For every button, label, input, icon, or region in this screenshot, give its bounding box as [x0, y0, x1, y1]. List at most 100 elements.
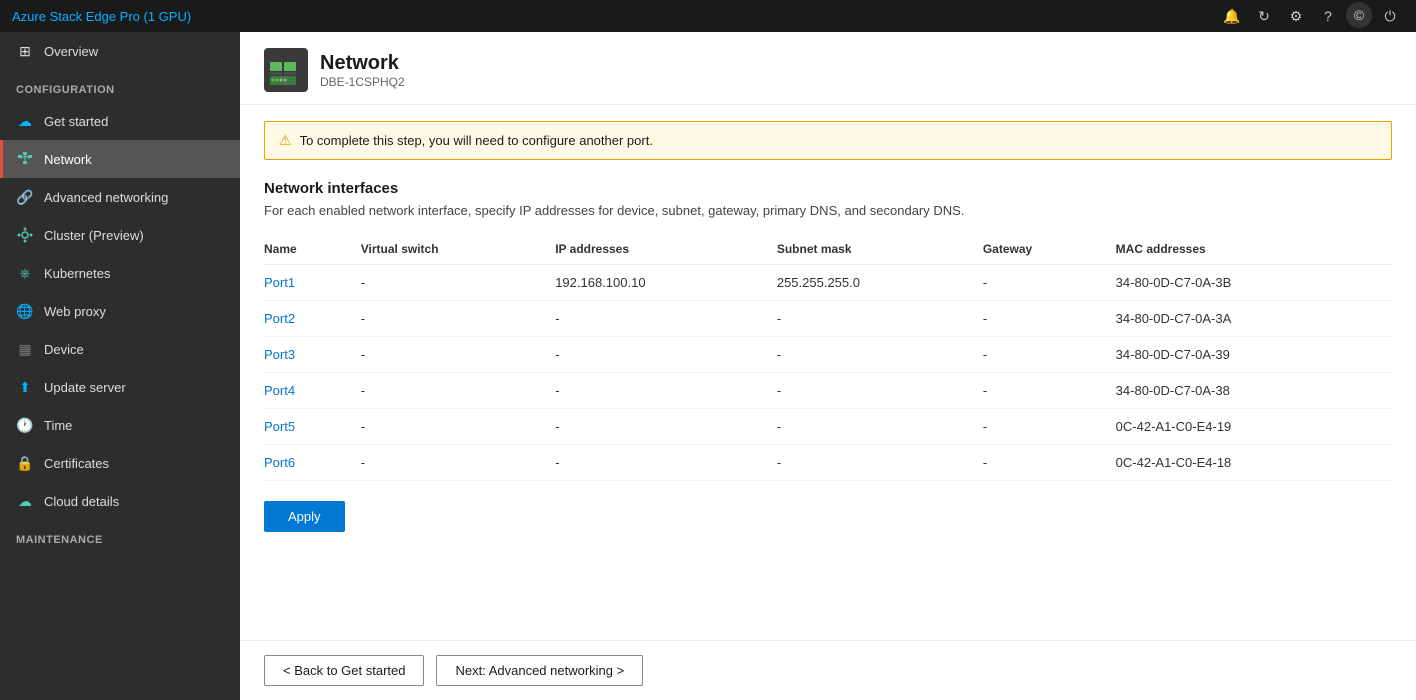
copyright-icon[interactable]: ©	[1346, 2, 1372, 28]
device-icon: ▦	[16, 340, 34, 358]
warning-banner: ⚠ To complete this step, you will need t…	[264, 121, 1392, 160]
cloud-details-icon: ☁	[16, 492, 34, 510]
maintenance-section-label: MAINTENANCE	[0, 520, 240, 552]
page-title: Network	[320, 52, 405, 75]
cell-virtual_switch: -	[361, 337, 555, 373]
sidebar-item-cluster[interactable]: Cluster (Preview)	[0, 216, 240, 254]
col-mac-addresses: MAC addresses	[1116, 234, 1392, 265]
sidebar-label-advanced-networking: Advanced networking	[44, 190, 168, 205]
cell-ip_addresses: 192.168.100.10	[555, 265, 777, 301]
sidebar-item-network[interactable]: Network	[0, 140, 240, 178]
sidebar-label-update-server: Update server	[44, 380, 126, 395]
apply-button[interactable]: Apply	[264, 501, 345, 532]
content-body: ⚠ To complete this step, you will need t…	[240, 105, 1416, 640]
cell-mac_addresses: 34-80-0D-C7-0A-3A	[1116, 301, 1392, 337]
cell-virtual_switch: -	[361, 265, 555, 301]
cell-subnet_mask: -	[777, 373, 983, 409]
sidebar-item-certificates[interactable]: 🔒 Certificates	[0, 444, 240, 482]
sidebar-item-cloud-details[interactable]: ☁ Cloud details	[0, 482, 240, 520]
cell-ip_addresses: -	[555, 445, 777, 481]
cell-virtual_switch: -	[361, 409, 555, 445]
table-row: Port4----34-80-0D-C7-0A-38	[264, 373, 1392, 409]
table-row: Port2----34-80-0D-C7-0A-3A	[264, 301, 1392, 337]
sidebar-item-update-server[interactable]: ⬆ Update server	[0, 368, 240, 406]
table-row: Port3----34-80-0D-C7-0A-39	[264, 337, 1392, 373]
adv-network-icon: 🔗	[16, 188, 34, 206]
content-area: Network DBE-1CSPHQ2 ⚠ To complete this s…	[240, 32, 1416, 700]
warning-icon: ⚠	[279, 132, 292, 149]
cell-subnet_mask: 255.255.255.0	[777, 265, 983, 301]
cell-subnet_mask: -	[777, 337, 983, 373]
sidebar-label-web-proxy: Web proxy	[44, 304, 106, 319]
sidebar-label-cluster: Cluster (Preview)	[44, 228, 144, 243]
cell-mac_addresses: 34-80-0D-C7-0A-39	[1116, 337, 1392, 373]
sidebar-item-time[interactable]: 🕐 Time	[0, 406, 240, 444]
cell-gateway: -	[983, 409, 1116, 445]
cell-virtual_switch: -	[361, 301, 555, 337]
cell-gateway: -	[983, 337, 1116, 373]
cell-gateway: -	[983, 373, 1116, 409]
col-ip-addresses: IP addresses	[555, 234, 777, 265]
cell-mac_addresses: 0C-42-A1-C0-E4-19	[1116, 409, 1392, 445]
topbar: Azure Stack Edge Pro (1 GPU) 🔔 ↻ ⚙ ? © ⏻	[0, 0, 1416, 32]
config-section-label: CONFIGURATION	[0, 70, 240, 102]
section-title: Network interfaces	[264, 180, 1392, 197]
network-interfaces-table: Name Virtual switch IP addresses Subnet …	[264, 234, 1392, 481]
sidebar-label-certificates: Certificates	[44, 456, 109, 471]
table-row: Port5----0C-42-A1-C0-E4-19	[264, 409, 1392, 445]
app-title: Azure Stack Edge Pro (1 GPU)	[12, 9, 1218, 24]
cell-mac_addresses: 34-80-0D-C7-0A-3B	[1116, 265, 1392, 301]
network-header-icon	[264, 48, 308, 92]
cell-gateway: -	[983, 301, 1116, 337]
back-button[interactable]: < Back to Get started	[264, 655, 424, 686]
power-icon[interactable]: ⏻	[1376, 2, 1404, 30]
sidebar-item-get-started[interactable]: ☁ Get started	[0, 102, 240, 140]
sidebar-item-kubernetes[interactable]: ⎈ Kubernetes	[0, 254, 240, 292]
grid-icon: ⊞	[16, 42, 34, 60]
cell-name[interactable]: Port6	[264, 445, 361, 481]
cert-icon: 🔒	[16, 454, 34, 472]
table-row: Port6----0C-42-A1-C0-E4-18	[264, 445, 1392, 481]
network-icon	[16, 150, 34, 168]
cell-name[interactable]: Port2	[264, 301, 361, 337]
refresh-icon[interactable]: ↻	[1250, 2, 1278, 30]
cell-virtual_switch: -	[361, 445, 555, 481]
cell-ip_addresses: -	[555, 337, 777, 373]
header-text: Network DBE-1CSPHQ2	[320, 52, 405, 89]
cell-subnet_mask: -	[777, 409, 983, 445]
sidebar-label-network: Network	[44, 152, 92, 167]
cell-subnet_mask: -	[777, 301, 983, 337]
cell-ip_addresses: -	[555, 409, 777, 445]
cell-name[interactable]: Port5	[264, 409, 361, 445]
sidebar-label-time: Time	[44, 418, 72, 433]
main-layout: ⊞ Overview CONFIGURATION ☁ Get started N	[0, 32, 1416, 700]
cell-name[interactable]: Port4	[264, 373, 361, 409]
col-virtual-switch: Virtual switch	[361, 234, 555, 265]
cell-ip_addresses: -	[555, 301, 777, 337]
warning-text: To complete this step, you will need to …	[300, 133, 653, 148]
sidebar-item-device[interactable]: ▦ Device	[0, 330, 240, 368]
cell-name[interactable]: Port3	[264, 337, 361, 373]
update-icon: ⬆	[16, 378, 34, 396]
sidebar-label-cloud-details: Cloud details	[44, 494, 119, 509]
cell-name[interactable]: Port1	[264, 265, 361, 301]
next-button[interactable]: Next: Advanced networking >	[436, 655, 643, 686]
bell-icon[interactable]: 🔔	[1218, 2, 1246, 30]
cell-mac_addresses: 34-80-0D-C7-0A-38	[1116, 373, 1392, 409]
sidebar-label-device: Device	[44, 342, 84, 357]
sidebar-item-web-proxy[interactable]: 🌐 Web proxy	[0, 292, 240, 330]
sidebar-item-overview[interactable]: ⊞ Overview	[0, 32, 240, 70]
help-icon[interactable]: ?	[1314, 2, 1342, 30]
cell-gateway: -	[983, 265, 1116, 301]
cell-mac_addresses: 0C-42-A1-C0-E4-18	[1116, 445, 1392, 481]
time-icon: 🕐	[16, 416, 34, 434]
col-name: Name	[264, 234, 361, 265]
col-gateway: Gateway	[983, 234, 1116, 265]
settings-icon[interactable]: ⚙	[1282, 2, 1310, 30]
cell-gateway: -	[983, 445, 1116, 481]
proxy-icon: 🌐	[16, 302, 34, 320]
sidebar-item-advanced-networking[interactable]: 🔗 Advanced networking	[0, 178, 240, 216]
table-row: Port1-192.168.100.10255.255.255.0-34-80-…	[264, 265, 1392, 301]
sidebar-label-kubernetes: Kubernetes	[44, 266, 111, 281]
sidebar: ⊞ Overview CONFIGURATION ☁ Get started N	[0, 32, 240, 700]
